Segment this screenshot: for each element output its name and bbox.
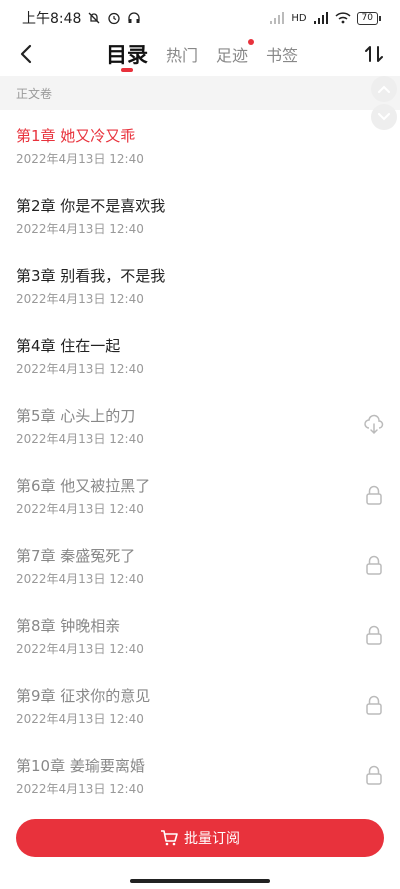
chapter-date: 2022年4月13日 12:40 [16, 362, 144, 376]
chapter-title: 第9章 征求你的意见 [16, 687, 151, 705]
home-indicator[interactable] [130, 879, 270, 883]
section-header: 正文卷 [0, 76, 400, 110]
headphones-icon [128, 12, 141, 23]
lock-icon [366, 625, 382, 645]
chapter-title: 第7章 秦盛冤死了 [16, 547, 136, 565]
status-right: HD 70 [269, 11, 382, 25]
tab-catalog[interactable]: 目录 [106, 36, 148, 72]
chapter-title: 第1章 她又冷又乖 [16, 127, 136, 145]
mute-bell-icon [88, 12, 100, 24]
tab-bookmarks-label: 书签 [266, 46, 299, 65]
chapter-item[interactable]: 第10章 姜瑜要离婚 2022年4月13日 12:40 [0, 740, 400, 810]
chapter-item[interactable]: 第5章 心头上的刀 2022年4月13日 12:40 [0, 390, 400, 460]
chapter-title: 第5章 心头上的刀 [16, 407, 136, 425]
tab-history-label: 足迹 [216, 46, 249, 65]
lock-icon [366, 555, 382, 575]
chapter-item[interactable]: 第3章 别看我，不是我 2022年4月13日 12:40 [0, 250, 400, 320]
alarm-icon [108, 12, 121, 25]
status-left: 上午8:48 [22, 8, 141, 28]
chapter-title: 第8章 钟晚相亲 [16, 617, 121, 635]
chapter-list: 第1章 她又冷又乖 2022年4月13日 12:40 第2章 你是不是喜欢我 2… [0, 110, 400, 810]
chapter-title: 第4章 住在一起 [16, 337, 121, 355]
sort-button[interactable] [362, 40, 386, 68]
lock-icon [366, 695, 382, 715]
section-title: 正文卷 [16, 86, 53, 101]
cloud-download-icon[interactable] [364, 414, 384, 436]
scroll-up-button[interactable] [371, 76, 397, 102]
chapter-date: 2022年4月13日 12:40 [16, 502, 144, 516]
chapter-date: 2022年4月13日 12:40 [16, 432, 144, 446]
chapter-date: 2022年4月13日 12:40 [16, 642, 144, 656]
chapter-title: 第2章 你是不是喜欢我 [16, 197, 166, 215]
chapter-item[interactable]: 第8章 钟晚相亲 2022年4月13日 12:40 [0, 600, 400, 670]
cart-icon [161, 830, 178, 846]
lock-icon [366, 765, 382, 785]
status-time: 上午8:48 [22, 11, 82, 27]
back-arrow-icon [20, 44, 32, 64]
chapter-date: 2022年4月13日 12:40 [16, 292, 144, 306]
chapter-item[interactable]: 第6章 他又被拉黑了 2022年4月13日 12:40 [0, 460, 400, 530]
tab-bar: 目录 热门 足迹 书签 [106, 36, 316, 72]
chapter-date: 2022年4月13日 12:40 [16, 782, 144, 796]
history-badge-dot [248, 39, 255, 45]
chevron-up-icon [378, 85, 390, 93]
network-label: HD [291, 12, 307, 24]
chapter-title: 第10章 姜瑜要离婚 [16, 757, 145, 775]
tab-popular-label: 热门 [166, 46, 199, 65]
batch-subscribe-label: 批量订阅 [184, 831, 240, 847]
signal-icon [313, 12, 328, 24]
tab-popular[interactable]: 热门 [166, 36, 198, 72]
chapter-title: 第6章 他又被拉黑了 [16, 477, 151, 495]
lock-icon [366, 485, 382, 505]
chapter-date: 2022年4月13日 12:40 [16, 222, 144, 236]
chapter-item[interactable]: 第2章 你是不是喜欢我 2022年4月13日 12:40 [0, 180, 400, 250]
chapter-item[interactable]: 第4章 住在一起 2022年4月13日 12:40 [0, 320, 400, 390]
battery-indicator: 70 [356, 11, 382, 25]
back-button[interactable] [14, 40, 38, 68]
tab-bookmarks[interactable]: 书签 [266, 36, 298, 72]
tab-history[interactable]: 足迹 [216, 36, 255, 72]
tab-catalog-label: 目录 [106, 43, 148, 67]
wifi-icon [335, 12, 351, 24]
chapter-date: 2022年4月13日 12:40 [16, 152, 144, 166]
nav-bar: 目录 热门 足迹 书签 [0, 36, 400, 72]
chapter-item[interactable]: 第1章 她又冷又乖 2022年4月13日 12:40 [0, 110, 400, 180]
signal-weak-icon [270, 12, 285, 24]
batch-subscribe-button[interactable]: 批量订阅 [16, 819, 384, 857]
chapter-item[interactable]: 第7章 秦盛冤死了 2022年4月13日 12:40 [0, 530, 400, 600]
status-bar: 上午8:48 HD 70 [0, 0, 400, 36]
chapter-date: 2022年4月13日 12:40 [16, 572, 144, 586]
chapter-date: 2022年4月13日 12:40 [16, 712, 144, 726]
chapter-title: 第3章 别看我，不是我 [16, 267, 166, 285]
sort-icon [365, 46, 383, 62]
chapter-item[interactable]: 第9章 征求你的意见 2022年4月13日 12:40 [0, 670, 400, 740]
